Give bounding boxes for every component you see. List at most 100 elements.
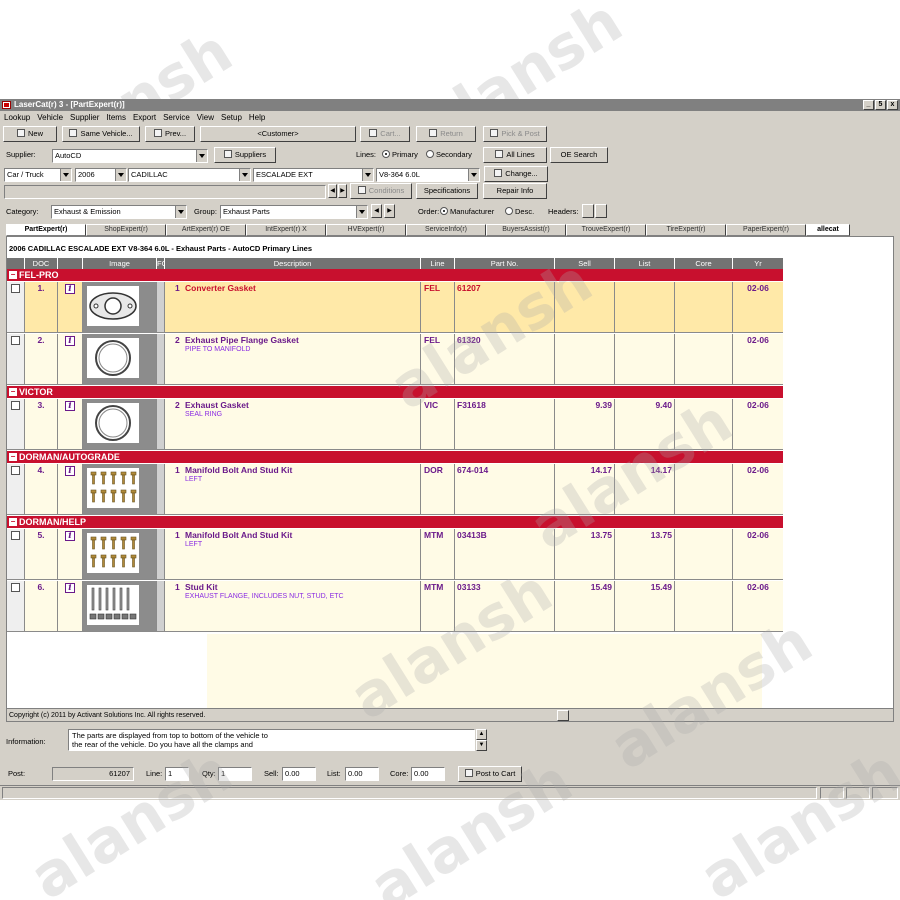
customer-button[interactable]: <Customer> xyxy=(200,126,356,142)
info-icon[interactable]: i xyxy=(65,284,75,294)
part-number[interactable]: 674-014 xyxy=(457,465,554,475)
close-button[interactable]: x xyxy=(887,100,898,110)
chevron-down-icon[interactable] xyxy=(356,206,367,218)
part-thumbnail[interactable] xyxy=(87,403,139,443)
part-title[interactable]: Manifold Bolt And Stud Kit xyxy=(185,465,420,475)
part-thumbnail[interactable] xyxy=(87,286,139,326)
info-icon[interactable]: i xyxy=(65,531,75,541)
new-button[interactable]: New xyxy=(3,126,57,142)
sell-input[interactable]: 0.00 xyxy=(282,767,316,781)
supplier-group-header[interactable]: − DORMAN/HELP xyxy=(7,516,783,528)
oe-search-button[interactable]: OE Search xyxy=(550,147,608,163)
collapse-icon[interactable]: − xyxy=(9,518,17,526)
info-icon[interactable]: i xyxy=(65,336,75,346)
menu-vehicle[interactable]: Vehicle xyxy=(37,112,63,124)
list-input[interactable]: 0.00 xyxy=(345,767,379,781)
supplier-group-header[interactable]: − VICTOR xyxy=(7,386,783,398)
part-number[interactable]: 03133 xyxy=(457,582,554,592)
chevron-down-icon[interactable] xyxy=(468,169,479,181)
category-select[interactable]: Exhaust & Emission xyxy=(51,205,187,219)
column-header-yr[interactable]: Yr xyxy=(733,258,783,269)
line-input[interactable]: 1 xyxy=(165,767,189,781)
all-lines-button[interactable]: All Lines xyxy=(483,147,547,163)
info-icon[interactable]: i xyxy=(65,466,75,476)
table-row[interactable]: 1. i 1 Converter Gasket FEL 61207 02-06 xyxy=(7,282,783,333)
part-thumbnail[interactable] xyxy=(87,468,139,508)
collapse-icon[interactable]: − xyxy=(9,453,17,461)
table-row[interactable]: 3. i 2 Exhaust Gasket SEAL RING VIC F31618 9.39… xyxy=(7,399,783,450)
tab-artexpert[interactable]: ArtExpert(r) OE xyxy=(166,224,246,236)
part-number[interactable]: 03413B xyxy=(457,530,554,540)
part-thumbnail[interactable] xyxy=(87,338,139,378)
collapse-icon[interactable]: − xyxy=(9,388,17,396)
chevron-down-icon[interactable] xyxy=(175,206,186,218)
part-thumbnail[interactable] xyxy=(87,585,139,625)
tab-partexpert[interactable]: PartExpert(r) xyxy=(6,224,86,236)
qty-input[interactable]: 1 xyxy=(218,767,252,781)
part-number[interactable]: 61320 xyxy=(457,335,554,345)
menu-help[interactable]: Help xyxy=(249,112,265,124)
scroll-down-icon[interactable]: ▼ xyxy=(476,740,487,751)
year-select[interactable]: 2006 xyxy=(75,168,127,182)
part-title[interactable]: Exhaust Gasket xyxy=(185,400,420,410)
engine-select[interactable]: V8-364 6.0L xyxy=(376,168,480,182)
column-header-description[interactable]: Description xyxy=(165,258,421,269)
arrow-left-icon[interactable]: ◀ xyxy=(328,184,337,198)
column-header-core[interactable]: Core xyxy=(675,258,733,269)
table-row[interactable]: 5. i 1 Manifold Bolt And Stud Kit LEFT MTM 034… xyxy=(7,529,783,580)
part-title[interactable]: Converter Gasket xyxy=(185,283,420,293)
menu-export[interactable]: Export xyxy=(133,112,156,124)
supplier-group-header[interactable]: − DORMAN/AUTOGRADE xyxy=(7,451,783,463)
row-checkbox[interactable] xyxy=(11,284,20,293)
part-number[interactable]: F31618 xyxy=(457,400,554,410)
menu-supplier[interactable]: Supplier xyxy=(70,112,99,124)
table-row[interactable]: 4. i 1 Manifold Bolt And Stud Kit LEFT DOR 674… xyxy=(7,464,783,515)
prev-button[interactable]: Prev... xyxy=(145,126,195,142)
desc-radio[interactable]: Desc. xyxy=(505,206,534,218)
scroll-up-icon[interactable]: ▲ xyxy=(476,729,487,740)
column-header-sell[interactable]: Sell xyxy=(555,258,615,269)
return-button[interactable]: Return xyxy=(416,126,476,142)
chevron-down-icon[interactable] xyxy=(196,150,207,162)
column-header-image[interactable]: Image xyxy=(83,258,157,269)
part-title[interactable]: Manifold Bolt And Stud Kit xyxy=(185,530,420,540)
menu-items[interactable]: Items xyxy=(106,112,126,124)
table-row[interactable]: 6. i 1 Stud Kit EXHAUST FLANGE, INCLUDES NUT… xyxy=(7,581,783,632)
tab-buyersassist[interactable]: BuyersAssist(r) xyxy=(486,224,566,236)
row-checkbox[interactable] xyxy=(11,466,20,475)
tab-paperexpert[interactable]: PaperExpert(r) xyxy=(726,224,806,236)
part-title[interactable]: Exhaust Pipe Flange Gasket xyxy=(185,335,420,345)
row-checkbox[interactable] xyxy=(11,583,20,592)
info-icon[interactable]: i xyxy=(65,401,75,411)
column-header-line[interactable]: Line xyxy=(421,258,455,269)
minimize-button[interactable]: _ xyxy=(863,100,874,110)
tab-serviceinfo[interactable]: ServiceInfo(r) xyxy=(406,224,486,236)
manufacturer-radio[interactable]: Manufacturer xyxy=(440,206,494,218)
part-number[interactable]: 61207 xyxy=(457,283,554,293)
chevron-down-icon[interactable] xyxy=(60,169,71,181)
group-prev-icon[interactable]: ◀ xyxy=(371,204,382,218)
suppliers-button[interactable]: Suppliers xyxy=(214,147,276,163)
column-header-fc[interactable]: FC xyxy=(157,258,165,269)
part-title[interactable]: Stud Kit xyxy=(185,582,420,592)
chevron-down-icon[interactable] xyxy=(362,169,373,181)
primary-radio[interactable]: Primary xyxy=(382,149,418,161)
repair-info-button[interactable]: Repair Info xyxy=(483,183,547,199)
column-header-doc[interactable]: DOC xyxy=(25,258,58,269)
column-header-select[interactable] xyxy=(7,258,25,269)
group-next-icon[interactable]: ▶ xyxy=(384,204,395,218)
row-checkbox[interactable] xyxy=(11,531,20,540)
specifications-button[interactable]: Specifications xyxy=(416,183,478,199)
headers-toggle-b[interactable] xyxy=(595,204,607,218)
table-row[interactable]: 2. i 2 Exhaust Pipe Flange Gasket PIPE TO MA… xyxy=(7,334,783,385)
tab-hvexpert[interactable]: HVExpert(r) xyxy=(326,224,406,236)
column-header-part-no[interactable]: Part No. xyxy=(455,258,555,269)
headers-toggle-a[interactable] xyxy=(582,204,594,218)
post-to-cart-button[interactable]: Post to Cart xyxy=(458,766,522,782)
info-icon[interactable]: i xyxy=(65,583,75,593)
row-checkbox[interactable] xyxy=(11,401,20,410)
tab-intexpert[interactable]: IntExpert(r) X xyxy=(246,224,326,236)
menu-lookup[interactable]: Lookup xyxy=(4,112,30,124)
part-thumbnail[interactable] xyxy=(87,533,139,573)
menu-service[interactable]: Service xyxy=(163,112,190,124)
